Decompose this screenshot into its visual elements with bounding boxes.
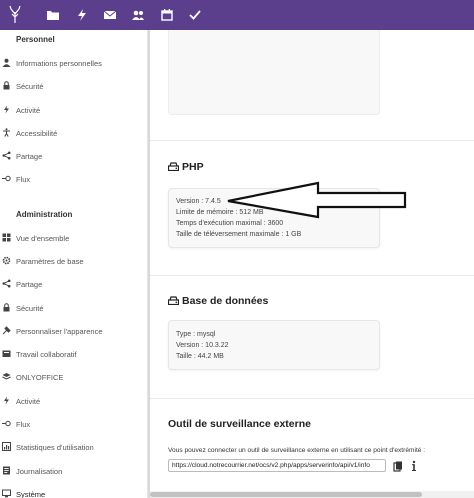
sidebar-item-basic-settings[interactable]: Paramètres de base (0, 251, 147, 271)
sidebar-item-sharing[interactable]: Partage (0, 146, 147, 166)
sidebar-item-system[interactable]: Système (0, 484, 147, 498)
php-version: Version : 7.4.5 (176, 198, 221, 205)
sidebar-item-label: Paramètres de base (16, 257, 84, 266)
settings-sidebar: Personnel Informations personnelles Sécu… (0, 30, 148, 498)
sidebar-item-admin-security[interactable]: Sécurité (0, 298, 147, 318)
sidebar-item-label: Partage (16, 152, 43, 161)
lock-icon (3, 303, 10, 312)
files-icon[interactable] (46, 8, 60, 22)
sidebar-item-usage-stats[interactable]: Statistiques d'utilisation (0, 437, 147, 457)
section-divider (150, 275, 474, 276)
accessibility-icon (3, 128, 10, 137)
sidebar-item-label: Flux (16, 420, 31, 429)
monitoring-endpoint-url: https://cloud.notrecourrier.net/ocs/v2.p… (172, 462, 370, 469)
monitoring-section-title: Outil de surveillance externe (168, 418, 311, 430)
sidebar-item-label: Journalisation (16, 467, 63, 476)
sidebar-item-admin-activity[interactable]: Activité (0, 391, 147, 411)
previous-section-panel (168, 30, 380, 115)
theming-icon (2, 326, 11, 335)
server-icon (168, 162, 179, 171)
gear-icon (2, 256, 11, 265)
mail-icon[interactable] (103, 8, 117, 22)
sidebar-item-label: Activité (16, 106, 41, 115)
database-version: Version : 10.3.22 (176, 342, 229, 349)
php-section-title: PHP (168, 161, 204, 173)
top-bar (0, 0, 474, 30)
php-info-box: Version : 7.4.5 Limite de mémoire : 512 … (168, 188, 380, 248)
database-info-box: Type : mysql Version : 10.3.22 Taille : … (168, 320, 380, 370)
sidebar-item-overview[interactable]: Vue d'ensemble (0, 228, 147, 248)
log-icon (3, 466, 10, 475)
main-content: PHP Version : 7.4.5 Limite de mémoire : … (150, 30, 474, 498)
sidebar-item-label: ONLYOFFICE (16, 373, 64, 382)
section-title-personal: Personnel (16, 35, 55, 44)
database-section-title: Base de données (168, 295, 268, 307)
sidebar-item-label: Flux (16, 175, 31, 184)
sidebar-item-label: Système (16, 490, 46, 498)
sidebar-item-groupware[interactable]: Travail collaboratif (0, 344, 147, 364)
sidebar-item-label: Activité (16, 397, 41, 406)
sidebar-item-admin-sharing[interactable]: Partage (0, 274, 147, 294)
activity-icon (4, 105, 9, 114)
section-divider (150, 140, 474, 141)
overview-icon (2, 233, 11, 242)
sidebar-item-label: Sécurité (16, 304, 44, 313)
groupware-icon (2, 350, 11, 357)
horizontal-scrollbar[interactable] (150, 491, 474, 498)
contacts-icon[interactable] (131, 8, 145, 22)
sidebar-item-personal-info[interactable]: Informations personnelles (0, 53, 147, 73)
onlyoffice-icon (2, 373, 11, 380)
lock-icon (3, 81, 10, 90)
sidebar-item-label: Personnaliser l'apparence (16, 327, 103, 336)
share-icon (2, 151, 11, 160)
sidebar-item-security[interactable]: Sécurité (0, 76, 147, 96)
database-title-text: Base de données (182, 295, 269, 307)
activity-icon (4, 396, 9, 405)
sidebar-item-logging[interactable]: Journalisation (0, 461, 147, 481)
horizontal-scrollbar-thumb[interactable] (150, 492, 422, 497)
database-type: Type : mysql (176, 331, 216, 338)
sidebar-item-label: Vue d'ensemble (16, 234, 70, 243)
monitoring-endpoint-url-field[interactable]: https://cloud.notrecourrier.net/ocs/v2.p… (168, 459, 386, 472)
sidebar-item-label: Statistiques d'utilisation (16, 443, 94, 452)
system-icon (2, 489, 11, 498)
app-logo-icon[interactable] (8, 4, 22, 24)
flow-icon (2, 175, 11, 182)
sidebar-item-flow[interactable]: Flux (0, 169, 147, 189)
database-size: Taille : 44.2 MB (176, 353, 224, 360)
sidebar-item-theming[interactable]: Personnaliser l'apparence (0, 321, 147, 341)
section-title-administration: Administration (16, 210, 73, 219)
section-divider (150, 398, 474, 399)
sidebar-item-accessibility[interactable]: Accessibilité (0, 123, 147, 143)
activity-icon[interactable] (75, 8, 89, 22)
sidebar-item-label: Accessibilité (16, 129, 58, 138)
php-memory-limit: Limite de mémoire : 512 MB (176, 209, 264, 216)
sidebar-item-label: Travail collaboratif (16, 350, 77, 359)
sidebar-item-admin-flow[interactable]: Flux (0, 414, 147, 434)
php-title-text: PHP (182, 161, 204, 173)
tasks-icon[interactable] (188, 8, 202, 22)
sidebar-item-label: Informations personnelles (16, 59, 102, 68)
stats-icon (2, 442, 11, 451)
sidebar-item-onlyoffice[interactable]: ONLYOFFICE (0, 367, 147, 387)
calendar-icon[interactable] (160, 8, 174, 22)
person-icon (2, 58, 11, 67)
copy-icon[interactable] (393, 461, 403, 472)
sidebar-item-activity[interactable]: Activité (0, 100, 147, 120)
sidebar-item-label: Sécurité (16, 82, 44, 91)
flow-icon (2, 420, 11, 427)
server-icon (168, 296, 179, 305)
php-max-execution-time: Temps d'exécution maximal : 3600 (176, 220, 284, 227)
monitoring-description: Vous pouvez connecter un outil de survei… (168, 447, 426, 454)
share-icon (2, 279, 11, 288)
php-max-upload-size: Taille de téléversement maximale : 1 GB (176, 231, 302, 238)
sidebar-item-label: Partage (16, 280, 43, 289)
info-icon[interactable] (410, 460, 418, 472)
